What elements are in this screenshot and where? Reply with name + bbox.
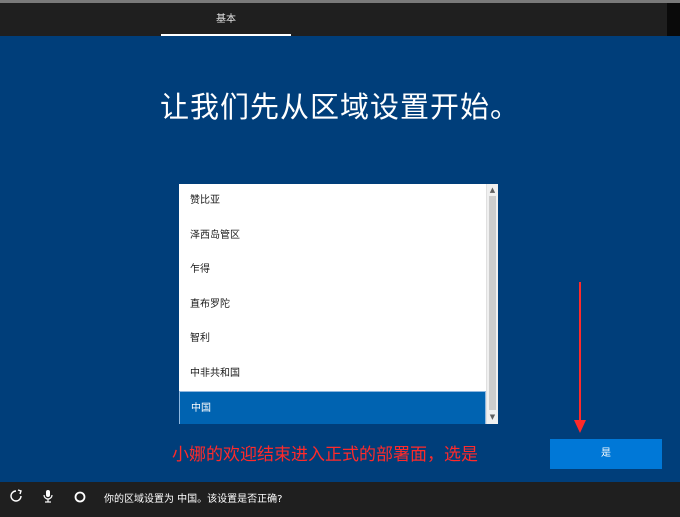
list-item[interactable]: 中非共和国 — [179, 357, 486, 392]
region-list-items: 赞比亚 泽西岛管区 乍得 直布罗陀 智利 中非共和国 中国 — [179, 184, 486, 424]
annotation-text: 小娜的欢迎结束进入正式的部署面，选是 — [172, 445, 478, 465]
scrollbar-thumb[interactable] — [489, 196, 496, 410]
scroll-down-icon[interactable]: ▼ — [487, 412, 498, 423]
list-item[interactable]: 乍得 — [179, 253, 486, 288]
scroll-up-icon[interactable]: ▲ — [487, 185, 498, 196]
list-item-selected[interactable]: 中国 — [179, 391, 486, 424]
cortana-circle-icon[interactable] — [70, 482, 90, 517]
accessibility-icon[interactable] — [6, 482, 26, 517]
page-title: 让我们先从区域设置开始。 — [159, 90, 520, 124]
yes-button[interactable]: 是 — [550, 439, 662, 469]
microphone-icon[interactable] — [38, 482, 58, 517]
status-text: 你的区域设置为 中国。该设置是否正确? — [104, 494, 283, 505]
bottom-taskbar: 你的区域设置为 中国。该设置是否正确? — [0, 482, 680, 517]
list-scrollbar[interactable]: ▲ ▼ — [486, 184, 498, 424]
list-item[interactable]: 智利 — [179, 322, 486, 357]
annotation-arrow-line — [579, 282, 581, 422]
accessibility-icon-svg — [10, 489, 22, 502]
microphone-icon-svg — [43, 490, 53, 503]
top-bar: 基本 — [0, 0, 680, 36]
list-item[interactable]: 赞比亚 — [179, 184, 486, 219]
tab-basic[interactable]: 基本 — [161, 3, 291, 36]
region-list[interactable]: 赞比亚 泽西岛管区 乍得 直布罗陀 智利 中非共和国 中国 ▲ ▼ — [179, 184, 498, 424]
cortana-circle-icon-svg — [74, 491, 86, 503]
list-item[interactable]: 直布罗陀 — [179, 288, 486, 323]
list-item[interactable]: 泽西岛管区 — [179, 219, 486, 254]
topbar-corner — [667, 3, 680, 36]
annotation-arrow-head-icon — [574, 420, 586, 433]
